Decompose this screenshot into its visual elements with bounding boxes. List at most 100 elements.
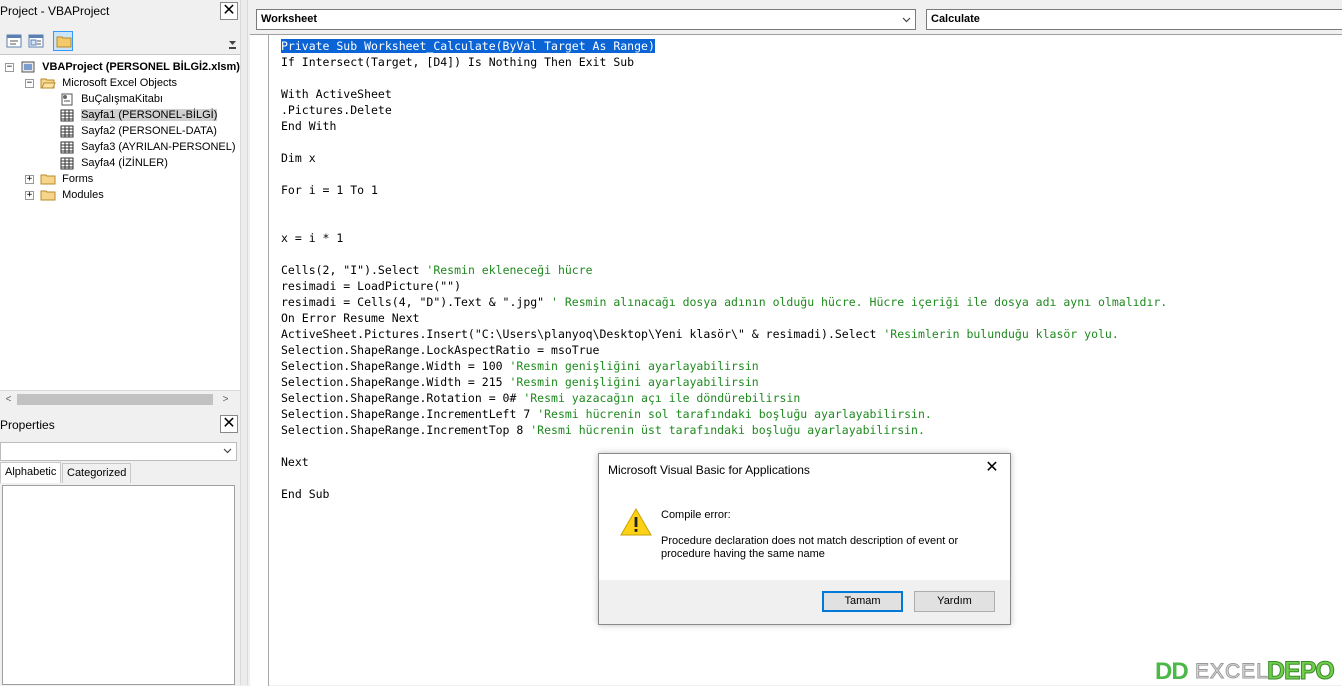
code-text: With ActiveSheet: [281, 87, 392, 101]
scroll-thumb[interactable]: [17, 394, 213, 405]
folder-icon: [40, 190, 56, 201]
procedure-dropdown-value: Calculate: [931, 13, 980, 25]
object-dropdown[interactable]: Worksheet: [256, 9, 916, 30]
tree-item-sheet4[interactable]: Sayfa4 (İZİNLER): [59, 155, 168, 171]
vba-project-icon: [21, 61, 35, 73]
project-horizontal-scrollbar[interactable]: < >: [0, 390, 240, 407]
worksheet-icon: [60, 109, 74, 122]
dialog-heading: Compile error:: [661, 509, 731, 521]
ok-button[interactable]: Tamam: [822, 591, 903, 612]
code-comment: 'Resmi yazacağın açı ile döndürebilirsin: [523, 391, 801, 405]
code-text: Selection.ShapeRange.IncrementLeft 7: [281, 407, 538, 421]
collapse-icon[interactable]: −: [5, 62, 14, 72]
tab-alphabetic[interactable]: Alphabetic: [0, 462, 62, 483]
tree-item-sheet2[interactable]: Sayfa2 (PERSONEL-DATA): [59, 123, 217, 139]
watermark-right: DEPO: [1267, 657, 1336, 686]
code-line[interactable]: Dim x: [281, 150, 316, 166]
code-line[interactable]: Selection.ShapeRange.IncrementTop 8 'Res…: [281, 422, 925, 438]
tree-item-workbook[interactable]: BuÇalışmaKitabı: [59, 91, 163, 107]
code-line[interactable]: Next: [281, 454, 309, 470]
project-toolbar: [0, 28, 240, 54]
tree-item-sheet3[interactable]: Sayfa3 (AYRILAN-PERSONEL): [59, 139, 236, 155]
code-line[interactable]: Selection.ShapeRange.Width = 215 'Resmin…: [281, 374, 759, 390]
expand-icon[interactable]: +: [25, 174, 34, 184]
code-margin[interactable]: [250, 35, 269, 686]
worksheet-icon: [60, 141, 74, 154]
tree-modules-label: Modules: [62, 189, 104, 201]
code-comment: 'Resmin genişliğini ayarlayabilirsin: [509, 359, 759, 373]
code-line[interactable]: Cells(2, "I").Select 'Resmin ekleneceği …: [281, 262, 593, 278]
view-object-button[interactable]: [25, 31, 45, 51]
properties-object-dropdown[interactable]: [0, 442, 237, 461]
code-line[interactable]: End With: [281, 118, 336, 134]
toggle-folders-button[interactable]: [53, 31, 73, 51]
code-text: Next: [281, 455, 309, 469]
properties-tabs: Alphabetic Categorized: [0, 462, 240, 483]
tree-item-label: Sayfa4 (İZİNLER): [81, 157, 168, 169]
properties-close-icon[interactable]: ✕: [220, 415, 238, 433]
code-text: Selection.ShapeRange.Width = 215: [281, 375, 510, 389]
tree-forms[interactable]: + Forms: [25, 171, 93, 187]
tree-item-sheet1[interactable]: Sayfa1 (PERSONEL-BİLGİ): [59, 107, 218, 123]
toolbar-scroll-icon[interactable]: [228, 40, 237, 50]
code-comment: 'Resimlerin bulunduğu klasör yolu.: [883, 327, 1119, 341]
scroll-left-icon[interactable]: <: [0, 391, 17, 408]
code-line[interactable]: On Error Resume Next: [281, 310, 419, 326]
code-line[interactable]: Selection.ShapeRange.Rotation = 0# 'Resm…: [281, 390, 800, 406]
code-text: End Sub: [281, 487, 330, 501]
collapse-icon[interactable]: −: [25, 78, 34, 88]
properties-grid: [2, 485, 235, 685]
scroll-right-icon[interactable]: >: [217, 391, 234, 408]
workbook-icon: [61, 93, 73, 106]
properties-pane-title-text: Properties: [0, 418, 55, 432]
code-line[interactable]: x = i * 1: [281, 230, 343, 246]
dialog-close-icon[interactable]: ✕: [982, 458, 1002, 478]
code-comment: 'Resmin genişliğini ayarlayabilirsin: [509, 375, 759, 389]
tree-forms-label: Forms: [62, 173, 94, 185]
code-line[interactable]: Selection.ShapeRange.IncrementLeft 7 'Re…: [281, 406, 932, 422]
tree-excel-objects[interactable]: − Microsoft Excel Objects: [25, 75, 177, 91]
folder-icon: [56, 36, 72, 48]
code-text: For i = 1 To 1: [281, 183, 378, 197]
code-text: Selection.ShapeRange.LockAspectRatio = m…: [281, 343, 600, 357]
expand-icon[interactable]: +: [25, 190, 34, 200]
code-text: Private Sub Worksheet_Calculate(ByVal Ta…: [281, 39, 655, 53]
watermark-left: DD: [1155, 658, 1189, 685]
exceldepo-watermark: DD EXCEL DEPO: [1155, 657, 1342, 686]
code-text: x = i * 1: [281, 231, 344, 245]
tree-excel-objects-label: Microsoft Excel Objects: [62, 77, 178, 89]
properties-pane-title: Properties ✕: [0, 414, 240, 436]
watermark-mid: EXCEL: [1195, 660, 1269, 684]
code-line[interactable]: If Intersect(Target, [D4]) Is Nothing Th…: [281, 54, 634, 70]
code-text: Cells(2, "I").Select: [281, 263, 427, 277]
project-close-icon[interactable]: ✕: [220, 2, 238, 20]
code-line[interactable]: End Sub: [281, 486, 329, 502]
chevron-down-icon: [902, 17, 911, 23]
dialog-footer: Tamam Yardım: [599, 580, 1010, 624]
code-line[interactable]: Private Sub Worksheet_Calculate(ByVal Ta…: [281, 38, 655, 54]
code-text: Dim x: [281, 151, 316, 165]
code-line[interactable]: .Pictures.Delete: [281, 102, 392, 118]
tree-modules[interactable]: + Modules: [25, 187, 104, 203]
tree-item-label: Sayfa1 (PERSONEL-BİLGİ): [81, 109, 218, 121]
tree-item-label: BuÇalışmaKitabı: [81, 93, 163, 105]
view-code-button[interactable]: [3, 31, 23, 51]
code-line[interactable]: Selection.ShapeRange.LockAspectRatio = m…: [281, 342, 600, 358]
project-pane-title-text: Project - VBAProject: [0, 4, 110, 18]
object-dropdown-value: Worksheet: [261, 13, 318, 25]
compile-error-dialog: Microsoft Visual Basic for Applications …: [598, 453, 1011, 625]
code-line[interactable]: resimadi = LoadPicture(""): [281, 278, 461, 294]
code-line[interactable]: Selection.ShapeRange.Width = 100 'Resmin…: [281, 358, 759, 374]
procedure-dropdown[interactable]: Calculate: [926, 9, 1342, 30]
pane-splitter[interactable]: [240, 0, 248, 685]
code-line[interactable]: resimadi = Cells(4, "D").Text & ".jpg" '…: [281, 294, 1167, 310]
code-comment: 'Resmi hücrenin sol tarafındaki boşluğu …: [537, 407, 932, 421]
code-line[interactable]: With ActiveSheet: [281, 86, 392, 102]
code-line[interactable]: ActiveSheet.Pictures.Insert("C:\Users\pl…: [281, 326, 1119, 342]
code-line[interactable]: For i = 1 To 1: [281, 182, 378, 198]
tree-root[interactable]: − VBAProject (PERSONEL BİLGİ2.xlsm): [5, 59, 240, 75]
code-text: Selection.ShapeRange.Rotation = 0#: [281, 391, 524, 405]
code-comment: 'Resmi hücrenin üst tarafındaki boşluğu …: [530, 423, 925, 437]
tab-categorized[interactable]: Categorized: [62, 463, 132, 483]
help-button[interactable]: Yardım: [914, 591, 995, 612]
